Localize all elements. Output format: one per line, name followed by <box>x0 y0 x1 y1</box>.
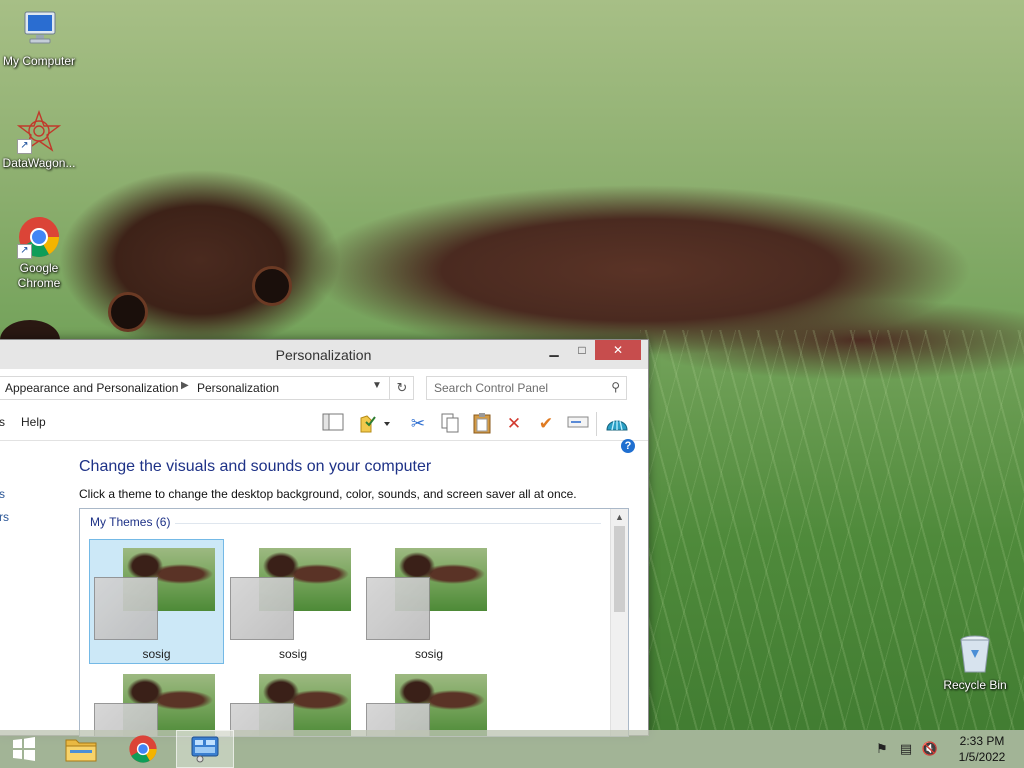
search-box[interactable]: ⚲ <box>426 376 627 400</box>
wallpaper-dog-eye <box>108 292 148 332</box>
desktop-icon-datawagon[interactable]: ↗ DataWagon... <box>1 109 77 171</box>
paste-icon[interactable] <box>470 412 494 436</box>
clock-time: 2:33 PM <box>959 734 1005 748</box>
theme-tile[interactable] <box>362 666 496 736</box>
help-icon[interactable]: ? <box>621 439 635 453</box>
desktop-icon-recycle-bin[interactable]: Recycle Bin <box>937 632 1013 693</box>
desktop-icon-label: DataWagon... <box>2 156 76 170</box>
desktop-icon-google-chrome[interactable]: ↗ Google Chrome <box>1 215 77 291</box>
desktop-icon-my-computer[interactable]: My Computer <box>1 8 77 69</box>
theme-name: sosig <box>414 647 443 661</box>
left-pane-link[interactable]: s <box>0 487 5 501</box>
theme-name: sosig <box>278 647 307 661</box>
scroll-up-icon[interactable]: ▲ <box>611 509 628 526</box>
page-heading: Change the visuals and sounds on your co… <box>79 458 432 475</box>
group-header-divider <box>175 523 601 524</box>
address-row: Appearance and Personalization ▶ Persona… <box>0 376 648 400</box>
breadcrumb-separator-icon[interactable]: ▶ <box>181 380 189 391</box>
themes-scrollbar[interactable]: ▲ <box>610 509 628 736</box>
search-icon[interactable]: ⚲ <box>611 380 620 394</box>
properties-icon[interactable] <box>357 412 395 436</box>
network-icon[interactable]: ▤ <box>897 740 915 758</box>
minimize-button[interactable]: ▁ <box>539 340 569 360</box>
title-bar[interactable]: Personalization ▁ □ ✕ <box>0 340 648 369</box>
address-dropdown-icon[interactable]: ▼ <box>372 380 382 391</box>
theme-tile[interactable] <box>90 666 224 736</box>
taskbar: ⚑ ▤ 🔇 2:33 PM 1/5/2022 <box>0 730 1024 768</box>
recycle-bin-icon <box>953 632 997 676</box>
left-pane-link[interactable]: rs <box>0 510 9 524</box>
shortcut-arrow-icon: ↗ <box>17 244 32 259</box>
rename-icon[interactable] <box>566 412 590 436</box>
shortcut-arrow-icon: ↗ <box>17 139 32 154</box>
address-bar[interactable]: Appearance and Personalization ▶ Persona… <box>0 376 414 400</box>
search-input[interactable] <box>432 380 596 396</box>
minimize-icon: ▁ <box>549 343 559 357</box>
taskbar-control-panel[interactable] <box>176 730 234 768</box>
start-button[interactable] <box>0 730 48 768</box>
delete-icon[interactable]: ✕ <box>502 412 526 436</box>
theme-name: sosig <box>142 647 171 661</box>
copy-icon[interactable] <box>438 412 462 436</box>
close-button[interactable]: ✕ <box>595 340 641 360</box>
theme-tile[interactable]: sosig <box>89 539 224 664</box>
shell-icon[interactable] <box>605 412 629 436</box>
taskbar-file-explorer[interactable] <box>52 730 110 768</box>
datawagon-icon: ↗ <box>16 109 62 154</box>
menu-item-help[interactable]: Help <box>21 415 46 429</box>
close-icon: ✕ <box>612 343 624 357</box>
maximize-button[interactable]: □ <box>567 340 597 360</box>
view-pane-icon[interactable] <box>321 412 345 436</box>
theme-tile[interactable]: sosig <box>362 540 496 664</box>
breadcrumb-personalization[interactable]: Personalization <box>197 381 279 395</box>
desktop-icon-label: Recycle Bin <box>943 678 1007 692</box>
theme-tile[interactable]: sosig <box>226 540 360 664</box>
personalization-window: Personalization ▁ □ ✕ Appearance and Per… <box>0 339 649 737</box>
theme-tile[interactable] <box>226 666 360 736</box>
action-center-flag-icon[interactable]: ⚑ <box>873 740 891 758</box>
wallpaper-dog-eye <box>252 266 292 306</box>
chrome-icon <box>129 735 157 763</box>
themes-panel: My Themes (6) sosig sosig sosig ▲ <box>79 508 629 737</box>
menu-item-partial[interactable]: s <box>0 415 5 429</box>
clock-date: 1/5/2022 <box>958 750 1006 764</box>
page-description: Click a theme to change the desktop back… <box>79 487 577 501</box>
windows-start-icon <box>13 737 35 761</box>
computer-icon <box>17 8 61 52</box>
refresh-button[interactable]: ↻ <box>389 377 414 399</box>
scroll-thumb[interactable] <box>614 526 625 612</box>
maximize-icon: □ <box>578 343 586 357</box>
volume-muted-icon[interactable]: 🔇 <box>921 740 939 758</box>
theme-window-color-swatch <box>94 577 158 640</box>
theme-window-color-swatch <box>230 577 294 640</box>
group-header-my-themes[interactable]: My Themes (6) <box>90 515 170 529</box>
refresh-icon: ↻ <box>396 380 408 395</box>
breadcrumb-appearance[interactable]: Appearance and Personalization <box>5 381 178 395</box>
taskbar-chrome[interactable] <box>114 730 172 768</box>
check-icon[interactable]: ✔ <box>534 412 558 436</box>
taskbar-clock[interactable]: 2:33 PM 1/5/2022 <box>946 733 1018 765</box>
cut-icon[interactable]: ✂ <box>406 412 430 436</box>
desktop-icon-label: My Computer <box>2 54 76 68</box>
file-explorer-icon <box>65 739 97 762</box>
chrome-icon: ↗ <box>17 215 61 259</box>
menu-toolbar-row: s Help ✂ ✕ ✔ <box>0 408 648 441</box>
toolbar-separator <box>596 412 597 436</box>
desktop-icon-label: Google Chrome <box>17 261 61 290</box>
theme-window-color-swatch <box>366 577 430 640</box>
control-panel-icon <box>191 736 219 763</box>
